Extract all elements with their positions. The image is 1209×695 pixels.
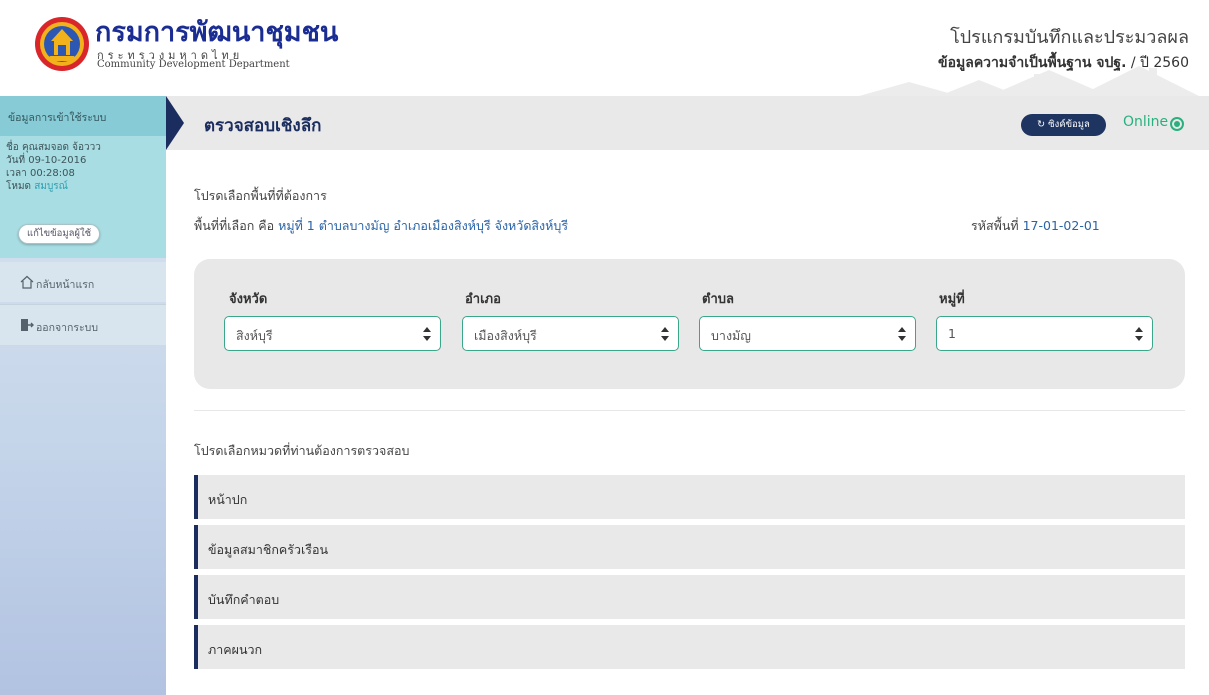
category-label: บันทึกคำตอบ (208, 592, 280, 607)
village-label: หมู่ที่ (939, 292, 965, 307)
district-select-value: เมืองสิงห์บุรี (474, 328, 537, 343)
category-cover[interactable]: หน้าปก (194, 475, 1185, 519)
org-name-en: Community Development Department (97, 59, 290, 70)
province-select-value: สิงห์บุรี (236, 328, 273, 343)
sidebar-header: ข้อมูลการเข้าใช้ระบบ (0, 96, 166, 136)
select-area-prompt: โปรดเลือกพื้นที่ที่ต้องการ (194, 188, 327, 203)
category-household-members[interactable]: ข้อมูลสมาชิกครัวเรือน (194, 525, 1185, 569)
edit-user-button[interactable]: แก้ไขข้อมูลผู้ใช้ (18, 224, 101, 244)
sync-icon: ↻ (1037, 119, 1049, 130)
user-mode-value: สมบูรณ์ (34, 181, 68, 192)
subdistrict-select-value: บางมัญ (711, 328, 751, 343)
app-header: กรมการพัฒนาชุมชน กระทรวงมหาดไทย Communit… (0, 0, 1209, 96)
selected-area-prefix: พื้นที่ที่เลือก คือ (194, 218, 279, 233)
sidebar-section-title: ข้อมูลการเข้าใช้ระบบ (8, 112, 107, 124)
program-subtitle: ข้อมูลความจำเป็นพื้นฐาน จปฐ. / ปี 2560 (938, 52, 1189, 74)
area-filter-panel: จังหวัด สิงห์บุรี อำเภอ เมืองสิงห์บุรี ต… (194, 259, 1185, 389)
sidebar-item-logout[interactable]: ออกจากระบบ (0, 304, 166, 345)
section-divider (194, 410, 1185, 411)
area-code-line: รหัสพื้นที่ 17-01-02-01 (971, 216, 1100, 236)
selected-area-value: หมู่ที่ 1 ตำบลบางมัญ อำเภอเมืองสิงห์บุรี… (278, 218, 569, 233)
page-titlebar: ตรวจสอบเชิงลึก ↻ ซิงค์ข้อมูล Online (166, 96, 1209, 150)
sidebar: ข้อมูลการเข้าใช้ระบบ ชื่อ คุณสมจอด จ้อวว… (0, 96, 166, 695)
user-mode: โหมด สมบูรณ์ (6, 179, 68, 194)
village-select[interactable]: 1 (936, 316, 1153, 351)
subdistrict-select[interactable]: บางมัญ (699, 316, 916, 351)
category-label: ข้อมูลสมาชิกครัวเรือน (208, 542, 329, 557)
program-subtitle-bold: ข้อมูลความจำเป็นพื้นฐาน จปฐ. (938, 55, 1127, 71)
sync-button[interactable]: ↻ ซิงค์ข้อมูล (1021, 114, 1106, 136)
online-status-label: Online (1123, 114, 1169, 130)
department-logo (35, 17, 89, 71)
province-label: จังหวัด (229, 292, 268, 307)
user-info-panel: ชื่อ คุณสมจอด จ้อววว วันที่ 09-10-2016 เ… (0, 136, 166, 258)
select-arrows-icon (898, 327, 906, 341)
category-prompt: โปรดเลือกหมวดที่ท่านต้องการตรวจสอบ (194, 443, 410, 458)
area-code-prefix: รหัสพื้นที่ (971, 218, 1023, 233)
sidebar-item-home[interactable]: กลับหน้าแรก (0, 262, 166, 302)
select-arrows-icon (661, 327, 669, 341)
province-select[interactable]: สิงห์บุรี (224, 316, 441, 351)
sidebar-item-label: กลับหน้าแรก (36, 279, 95, 291)
area-code-value: 17-01-02-01 (1022, 218, 1100, 233)
category-appendix[interactable]: ภาคผนวก (194, 625, 1185, 669)
page-title: ตรวจสอบเชิงลึก (204, 116, 322, 136)
sidebar-item-label: ออกจากระบบ (36, 322, 98, 334)
logout-icon (21, 319, 34, 331)
select-arrows-icon (1135, 327, 1143, 341)
category-label: ภาคผนวก (208, 642, 263, 657)
category-answers[interactable]: บันทึกคำตอบ (194, 575, 1185, 619)
online-status-icon (1170, 117, 1184, 131)
select-arrows-icon (423, 327, 431, 341)
village-select-value: 1 (948, 326, 956, 341)
home-icon (20, 275, 34, 289)
category-label: หน้าปก (208, 492, 248, 507)
program-subtitle-year: / ปี 2560 (1126, 55, 1189, 71)
title-arrow-decoration (166, 96, 184, 150)
program-title: โปรแกรมบันทึกและประมวลผล (950, 27, 1189, 48)
subdistrict-label: ตำบล (702, 292, 734, 307)
selected-area-line: พื้นที่ที่เลือก คือ หมู่ที่ 1 ตำบลบางมัญ… (194, 216, 568, 236)
district-label: อำเภอ (465, 292, 501, 307)
sync-button-label: ซิงค์ข้อมูล (1048, 119, 1090, 130)
district-select[interactable]: เมืองสิงห์บุรี (462, 316, 679, 351)
user-mode-label: โหมด (6, 181, 32, 192)
